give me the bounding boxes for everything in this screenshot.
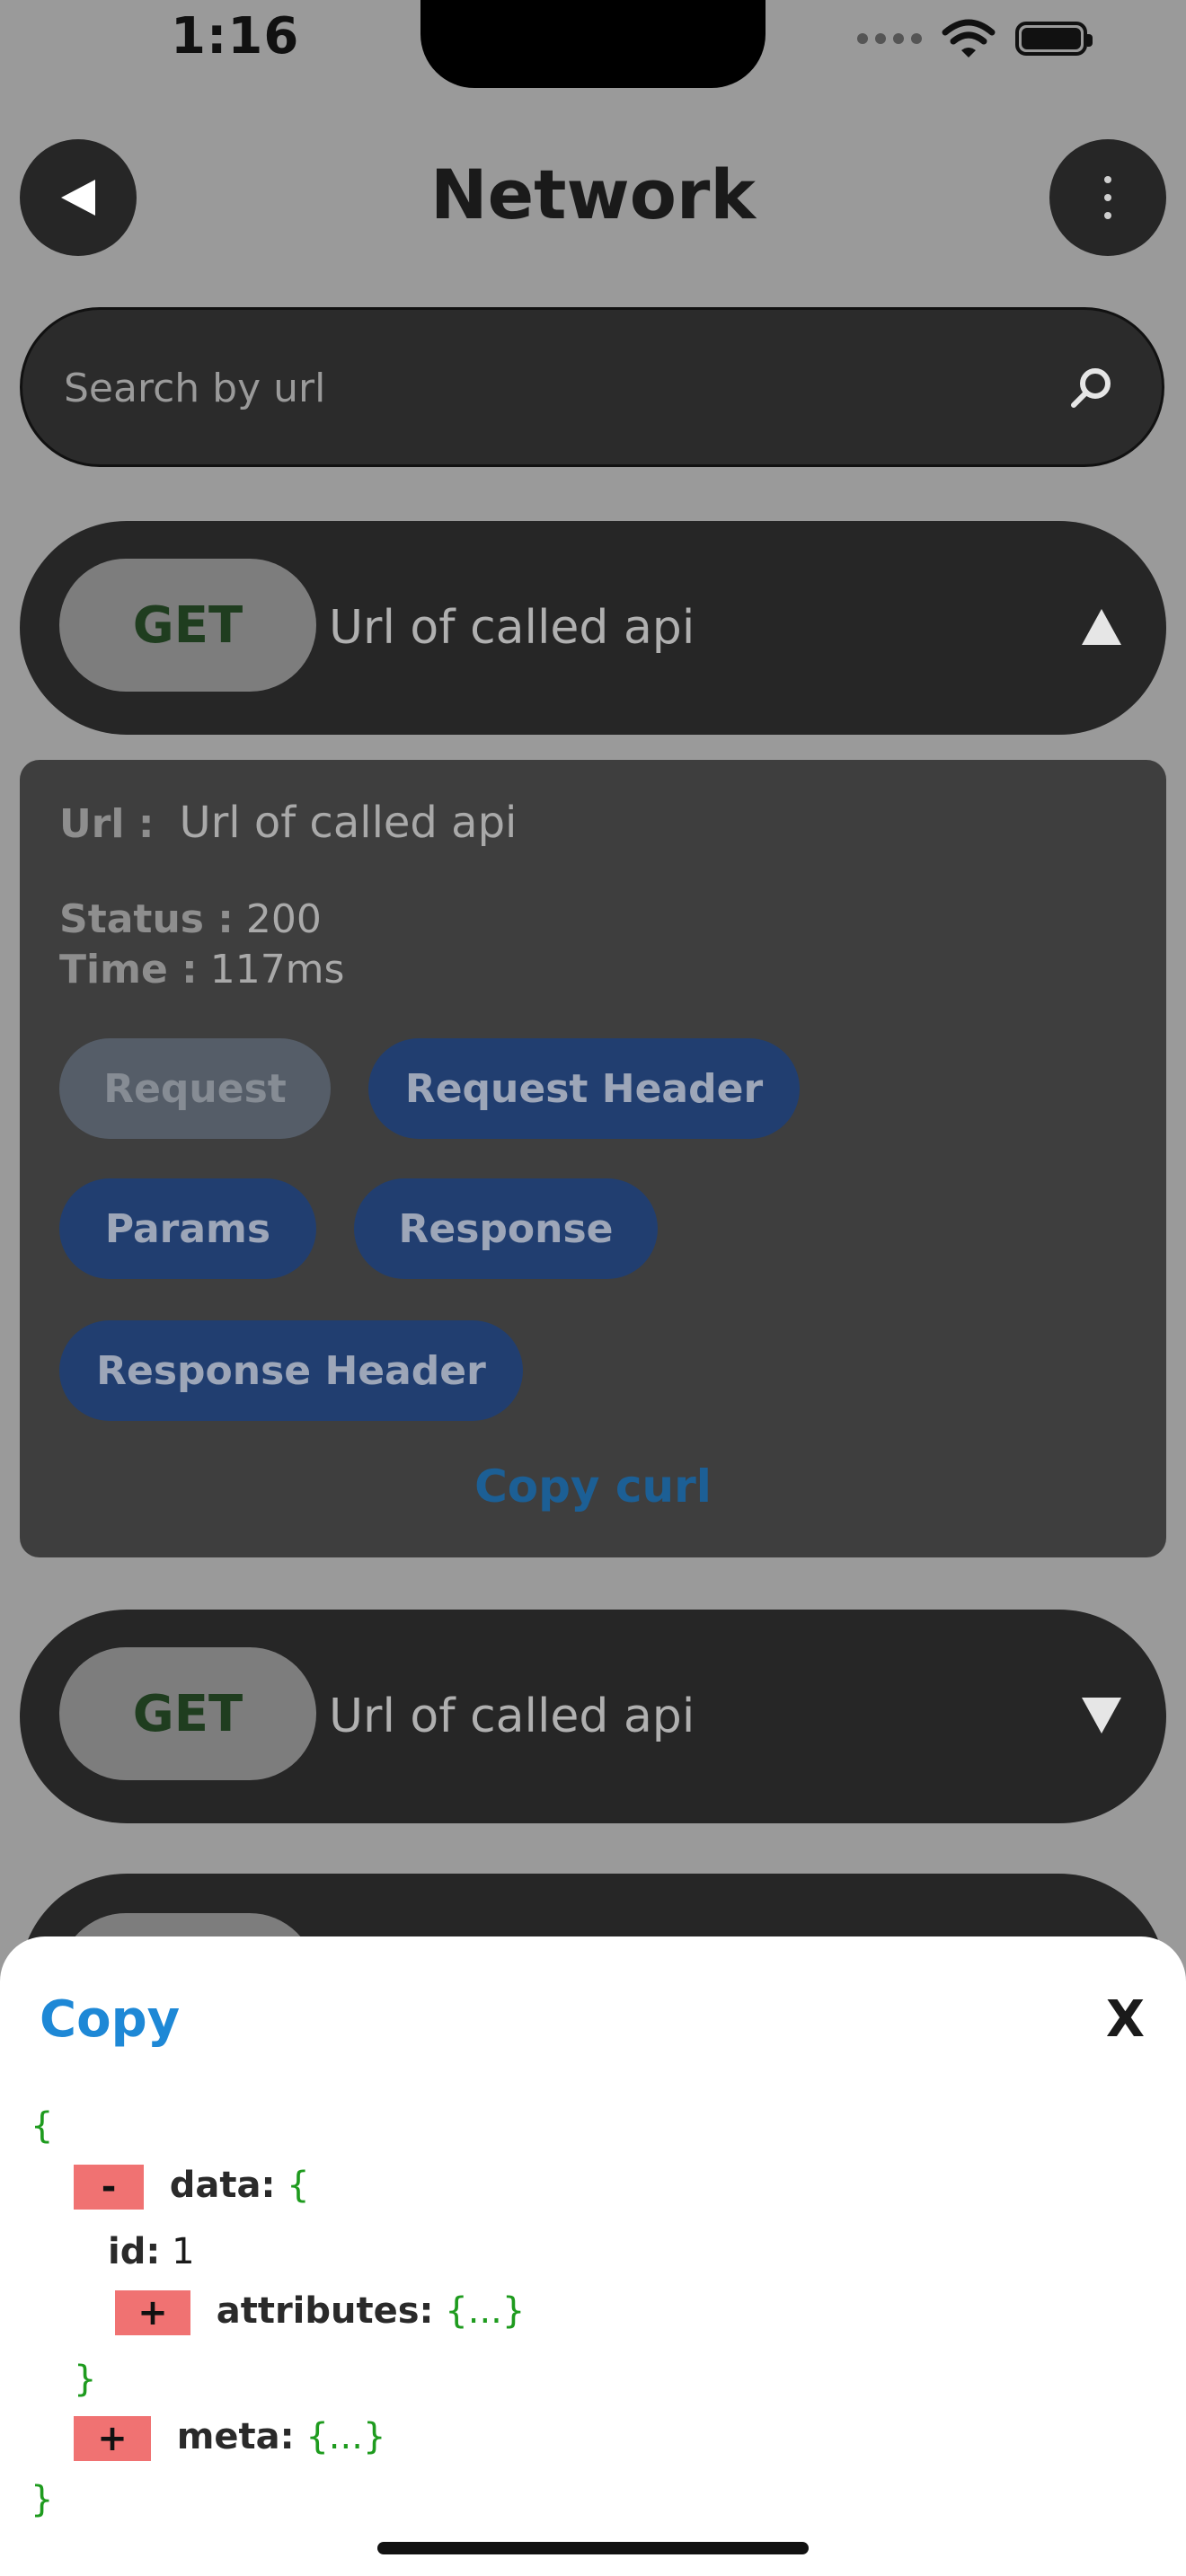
method-badge: GET <box>59 559 316 692</box>
copy-curl-button[interactable]: Copy curl <box>20 1460 1166 1513</box>
request-url: Url of called api <box>329 1689 695 1743</box>
status-line: Status : 200 <box>59 896 322 942</box>
method-badge: GET <box>59 1647 316 1780</box>
expand-meta-toggle[interactable]: + <box>74 2416 151 2461</box>
json-meta-collapsed[interactable]: {...} <box>305 2416 385 2457</box>
tab-response[interactable]: Response <box>354 1178 658 1279</box>
json-line: id: 1 <box>108 2231 195 2272</box>
tab-response-header[interactable]: Response Header <box>59 1320 523 1421</box>
tab-params[interactable]: Params <box>59 1178 316 1279</box>
request-url: Url of called api <box>329 601 695 655</box>
copy-button[interactable]: Copy <box>40 1990 180 2049</box>
json-key-id: id: <box>108 2231 161 2272</box>
url-value: Url of called api <box>179 798 518 848</box>
search-input[interactable] <box>62 310 964 466</box>
url-line: Url : Url of called api <box>59 798 517 848</box>
json-line: - data: { <box>74 2165 310 2210</box>
json-line: + attributes: {...} <box>115 2290 525 2335</box>
collapse-triangle-icon[interactable] <box>1080 605 1123 648</box>
time-value: 117ms <box>209 947 345 992</box>
json-line: } <box>31 2479 53 2520</box>
expand-triangle-icon[interactable] <box>1080 1694 1123 1737</box>
search-bar <box>20 307 1164 467</box>
json-attributes-collapsed[interactable]: {...} <box>445 2290 525 2332</box>
dynamic-island <box>420 0 766 88</box>
wifi-icon <box>942 19 996 57</box>
request-row[interactable]: GET Url of called api <box>20 1610 1166 1823</box>
status-label: Status : <box>59 896 234 942</box>
status-value: 200 <box>245 896 322 942</box>
json-data-close-brace: } <box>74 2359 97 2400</box>
json-key-meta: meta: <box>176 2416 295 2457</box>
json-line: } <box>74 2359 96 2400</box>
status-icons <box>857 18 1093 59</box>
time-label: Time : <box>59 947 198 992</box>
search-icon[interactable] <box>1067 364 1117 414</box>
json-open-brace: { <box>31 2105 54 2147</box>
signal-icon <box>857 33 922 44</box>
request-row[interactable]: GET Url of called api <box>20 521 1166 735</box>
json-key-data: data: <box>169 2165 276 2206</box>
json-data-open-brace: { <box>287 2165 310 2206</box>
tab-request[interactable]: Request <box>59 1038 331 1139</box>
more-vertical-icon <box>1104 176 1111 219</box>
collapse-data-toggle[interactable]: - <box>74 2165 144 2210</box>
json-key-attributes: attributes: <box>216 2290 434 2332</box>
response-bottom-sheet: Copy X { - data: { id: 1 + attributes: {… <box>0 1936 1186 2576</box>
status-time: 1:16 <box>171 7 300 66</box>
request-details-panel: Url : Url of called api Status : 200 Tim… <box>20 760 1166 1557</box>
json-line: + meta: {...} <box>74 2416 385 2461</box>
url-label: Url : <box>59 801 155 847</box>
json-line: { <box>31 2105 53 2147</box>
close-button[interactable]: X <box>1106 1990 1145 2049</box>
tab-request-header[interactable]: Request Header <box>368 1038 800 1139</box>
json-value-id: 1 <box>172 2231 195 2272</box>
expand-attributes-toggle[interactable]: + <box>115 2290 190 2335</box>
home-indicator[interactable] <box>377 2542 809 2554</box>
battery-icon <box>1015 22 1093 56</box>
time-line: Time : 117ms <box>59 947 344 992</box>
page-title: Network <box>430 154 756 234</box>
more-options-button[interactable] <box>1049 139 1166 256</box>
json-close-brace: } <box>31 2479 54 2520</box>
